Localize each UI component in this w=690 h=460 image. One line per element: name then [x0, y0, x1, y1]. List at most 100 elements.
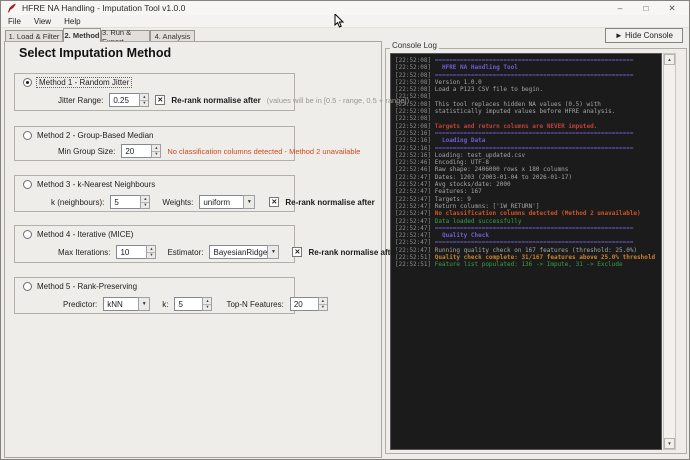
- max-iterations-spinbox[interactable]: 10 ▲ ▼: [116, 245, 157, 259]
- method-1-rerank-label[interactable]: Re-rank normalise after: [171, 96, 260, 105]
- k-value[interactable]: 5: [174, 297, 203, 311]
- estimator-dropdown[interactable]: BayesianRidge ▼: [209, 245, 280, 259]
- method-2-group: Method 2 - Group-Based Median Min Group …: [14, 126, 360, 161]
- method-4-title[interactable]: Method 4 - Iterative (MICE): [37, 230, 133, 239]
- menu-view[interactable]: View: [34, 17, 51, 26]
- method-tab-panel: Select Imputation Method Method 1 - Rand…: [4, 41, 409, 458]
- console-line: [22:52:47] Targets: 9: [395, 195, 471, 203]
- spin-down-icon[interactable]: ▼: [140, 101, 148, 107]
- console-line: [22:52:08] Targets and return columns ar…: [395, 122, 598, 130]
- predictor-value[interactable]: kNN: [103, 297, 139, 311]
- console-line: [22:52:47] Quality Check: [395, 232, 489, 240]
- method-1-title[interactable]: Method 1 - Random Jitter: [35, 77, 133, 88]
- console-scrollbar[interactable]: ▲ ▼: [663, 53, 676, 450]
- method-5-title[interactable]: Method 5 - Rank-Preserving: [37, 282, 137, 291]
- console-line: [22:52:08] =============================…: [395, 57, 634, 64]
- console-line: [22:52:47] Running quality check on 167 …: [395, 246, 638, 254]
- console-line: [22:52:08]: [395, 93, 435, 101]
- chevron-down-icon[interactable]: ▼: [138, 297, 151, 311]
- console-line: [22:52:47] No classification columns det…: [395, 210, 641, 218]
- console-line: [22:52:47] Features: 167: [395, 188, 482, 196]
- method-4-rerank-label[interactable]: Re-rank normalise after: [308, 248, 397, 257]
- console-line: [22:52:08] Load a P123 CSV file to begin…: [395, 86, 544, 94]
- topn-features-spinbox[interactable]: 20 ▲ ▼: [289, 297, 328, 311]
- menu-bar: File View Help: [1, 15, 689, 28]
- console-line: [22:52:47] Avg stocks/date: 2000: [395, 181, 511, 189]
- estimator-value[interactable]: BayesianRidge: [209, 245, 268, 259]
- method-3-group: Method 3 - k-Nearest Neighbours k (neigh…: [14, 175, 375, 212]
- method-3-rerank-checkbox[interactable]: [269, 197, 280, 207]
- method-2-radio[interactable]: [23, 131, 32, 140]
- console-line: [22:52:08] This tool replaces hidden NA …: [395, 100, 601, 108]
- topn-features-value[interactable]: 20: [289, 297, 318, 311]
- title-bar[interactable]: HFRE NA Handling - Imputation Tool v1.0.…: [1, 1, 689, 15]
- k-neighbours-label: k (neighbours):: [51, 197, 105, 207]
- max-iterations-label: Max Iterations:: [58, 247, 111, 257]
- console-line: [22:52:08]: [395, 115, 435, 123]
- spin-down-icon[interactable]: ▼: [319, 305, 327, 311]
- close-button[interactable]: ✕: [659, 1, 685, 15]
- topn-features-label: Top-N Features:: [226, 299, 284, 309]
- scroll-up-icon[interactable]: ▲: [664, 54, 675, 65]
- k-spinbox[interactable]: 5 ▲ ▼: [174, 297, 213, 311]
- console-line: [22:52:16] Loading Data: [395, 137, 486, 145]
- weights-value[interactable]: uniform: [199, 195, 244, 209]
- method-1-group: Method 1 - Random Jitter Jitter Range: 0…: [14, 73, 409, 111]
- page-title: Select Imputation Method: [19, 46, 172, 60]
- jitter-range-value[interactable]: 0.25: [109, 93, 140, 107]
- console-line: [22:52:08] Version 1.0.0: [395, 78, 482, 86]
- method-3-radio[interactable]: [23, 180, 32, 189]
- console-line: [22:52:51] Feature list populated: 136 -…: [395, 261, 623, 269]
- console-line: [22:52:46] Encoding: UTF-8: [395, 159, 489, 167]
- method-3-rerank-label[interactable]: Re-rank normalise after: [285, 198, 374, 207]
- method-4-group: Method 4 - Iterative (MICE) Max Iteratio…: [14, 225, 398, 263]
- chevron-down-icon[interactable]: ▼: [267, 245, 280, 259]
- console-line: [22:52:47] Dates: 1203 (2003-01-04 to 20…: [395, 173, 573, 181]
- k-label: k:: [162, 299, 169, 309]
- max-iterations-value[interactable]: 10: [116, 245, 147, 259]
- method-5-group: Method 5 - Rank-Preserving Predictor: kN…: [14, 277, 328, 314]
- method-4-rerank-checkbox[interactable]: [292, 247, 303, 257]
- min-group-size-value[interactable]: 20: [121, 144, 152, 158]
- menu-file[interactable]: File: [8, 17, 21, 26]
- window-controls: – □ ✕: [607, 1, 685, 15]
- min-group-size-label: Min Group Size:: [58, 146, 116, 156]
- method-3-title[interactable]: Method 3 - k-Nearest Neighbours: [37, 180, 155, 189]
- mouse-cursor: [334, 14, 345, 28]
- method-4-radio[interactable]: [23, 230, 32, 239]
- window-title: HFRE NA Handling - Imputation Tool v1.0.…: [22, 3, 186, 13]
- console-output[interactable]: [22:52:08] =============================…: [390, 53, 662, 450]
- jitter-range-spinbox[interactable]: 0.25 ▲ ▼: [109, 93, 150, 107]
- console-line: [22:52:08] statistically imputed values …: [395, 108, 616, 116]
- console-line: [22:52:08] HFRE NA Handling Tool: [395, 64, 518, 72]
- jitter-range-label: Jitter Range:: [58, 95, 104, 105]
- console-line: [22:52:16] Loading: test_updated.csv: [395, 151, 526, 159]
- weights-dropdown[interactable]: uniform ▼: [199, 195, 256, 209]
- spin-down-icon[interactable]: ▼: [141, 203, 149, 209]
- console-line: [22:52:16] =============================…: [395, 129, 634, 137]
- method-2-title[interactable]: Method 2 - Group-Based Median: [37, 131, 154, 140]
- console-line: [22:52:47] Return columns: ['1W_RETURN']: [395, 202, 540, 210]
- tab-bar: 1. Load & Filter 2. Method 3. Run & Expo…: [1, 28, 689, 46]
- spin-down-icon[interactable]: ▼: [152, 152, 160, 158]
- k-neighbours-value[interactable]: 5: [110, 195, 141, 209]
- method-5-radio[interactable]: [23, 282, 32, 291]
- menu-help[interactable]: Help: [64, 17, 80, 26]
- scroll-down-icon[interactable]: ▼: [664, 438, 675, 449]
- method-1-radio[interactable]: [23, 78, 32, 87]
- hide-console-button[interactable]: ► Hide Console: [604, 28, 683, 43]
- min-group-size-spinbox[interactable]: 20 ▲ ▼: [121, 144, 162, 158]
- k-neighbours-spinbox[interactable]: 5 ▲ ▼: [110, 195, 151, 209]
- console-line: [22:52:51] Quality check complete: 31/16…: [395, 254, 656, 262]
- console-line: [22:52:47] Data loaded successfully: [395, 217, 522, 225]
- tab-method[interactable]: 2. Method: [63, 28, 101, 42]
- chevron-down-icon[interactable]: ▼: [243, 195, 256, 209]
- minimize-button[interactable]: –: [607, 1, 633, 15]
- spin-down-icon[interactable]: ▼: [203, 305, 211, 311]
- method-1-rerank-checkbox[interactable]: [155, 95, 166, 105]
- app-feather-icon: [7, 3, 16, 13]
- maximize-button[interactable]: □: [633, 1, 659, 15]
- console-line: [22:52:16] =============================…: [395, 144, 634, 152]
- predictor-dropdown[interactable]: kNN ▼: [103, 297, 151, 311]
- spin-down-icon[interactable]: ▼: [147, 253, 155, 259]
